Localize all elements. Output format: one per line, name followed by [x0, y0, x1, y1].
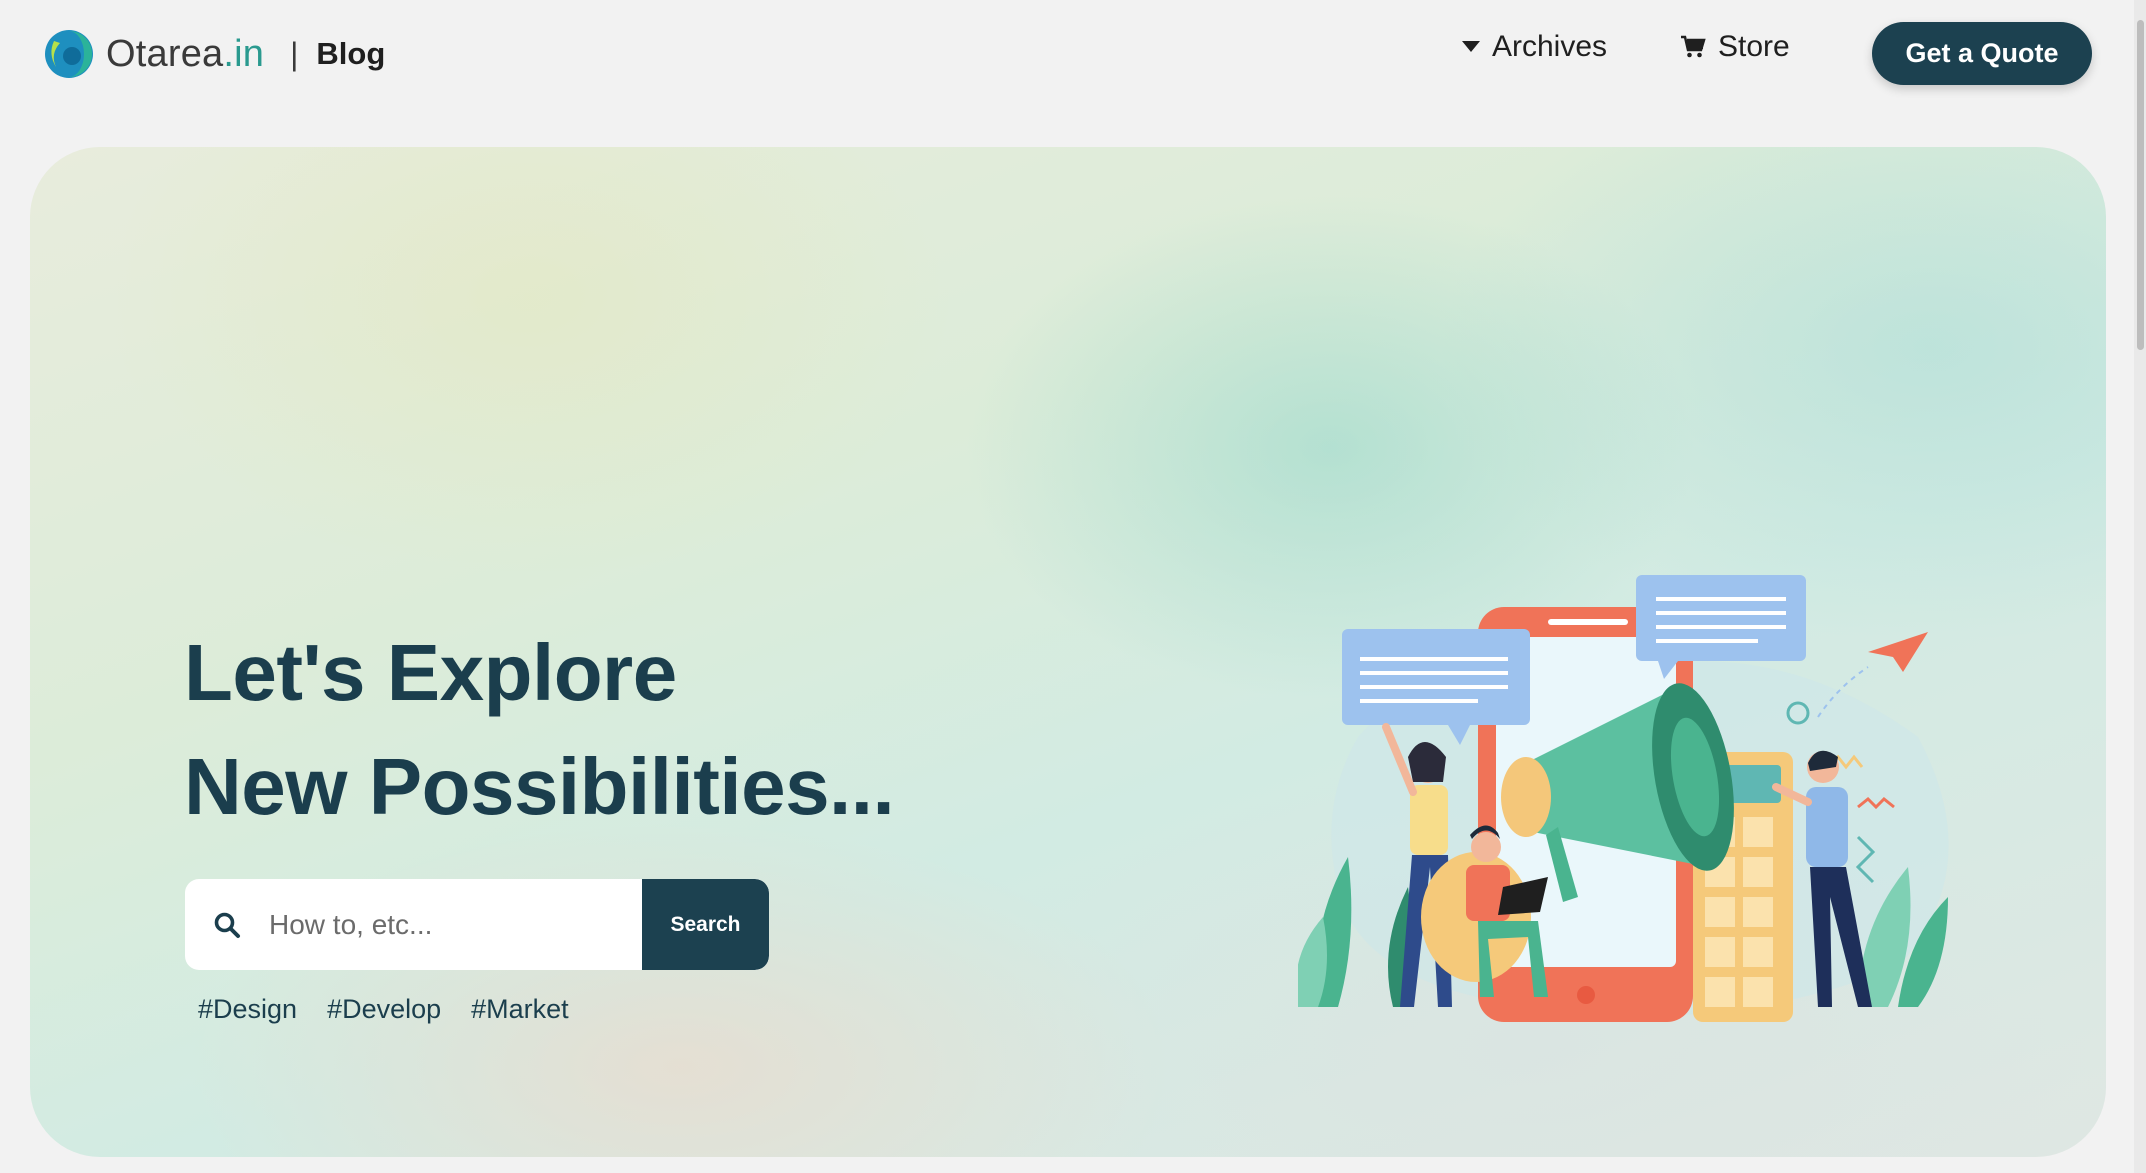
site-header: Otarea.in | Blog Archives Store Get a Qu… — [0, 0, 2146, 110]
tag-develop[interactable]: #Develop — [327, 994, 441, 1025]
search-button[interactable]: Search — [642, 879, 769, 970]
tag-market[interactable]: #Market — [471, 994, 569, 1025]
otarea-logo-icon — [45, 30, 93, 78]
hero-section: Let's Explore New Possibilities... Searc… — [30, 147, 2106, 1157]
get-quote-button[interactable]: Get a Quote — [1872, 22, 2092, 85]
nav-archives[interactable]: Archives — [1462, 30, 1607, 64]
brand-separator: | — [290, 35, 299, 72]
tag-design[interactable]: #Design — [198, 994, 297, 1025]
caret-down-icon — [1462, 41, 1480, 53]
hero-title-line2: New Possibilities... — [184, 742, 895, 831]
tag-list: #Design #Develop #Market — [198, 994, 599, 1025]
search-input[interactable] — [269, 879, 642, 970]
logo[interactable]: Otarea.in | Blog — [44, 29, 385, 79]
megaphone-marketing-illustration — [1298, 575, 1949, 1022]
section-label: Blog — [316, 36, 386, 71]
cart-icon — [1680, 35, 1706, 59]
nav-archives-label: Archives — [1492, 30, 1608, 63]
search-bar: Search — [185, 879, 769, 970]
brand-name: Otarea.in — [106, 32, 265, 75]
nav-store[interactable]: Store — [1680, 30, 1790, 64]
hero-title-line1: Let's Explore — [184, 628, 677, 717]
scrollbar-thumb[interactable] — [2137, 20, 2144, 350]
search-icon — [185, 879, 269, 970]
nav-store-label: Store — [1718, 30, 1790, 63]
scrollbar[interactable] — [2134, 0, 2146, 1173]
